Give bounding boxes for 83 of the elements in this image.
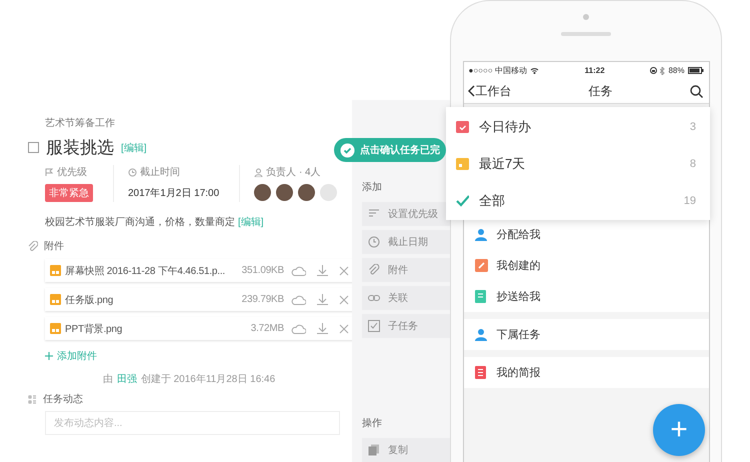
copy-icon xyxy=(368,444,380,456)
toast[interactable]: 点击确认任务已完 xyxy=(334,138,446,162)
bluetooth-icon xyxy=(660,66,666,74)
attachment-item[interactable]: 屏幕快照 2016-11-28 下午4.46.51.p... 351.09KB xyxy=(45,259,355,282)
list-item[interactable]: 下属任务 xyxy=(464,319,708,350)
image-file-icon xyxy=(50,323,61,334)
chevron-left-icon xyxy=(468,85,474,97)
close-icon[interactable] xyxy=(339,266,349,276)
cloud-icon[interactable] xyxy=(291,266,306,276)
camera-dot xyxy=(583,14,589,20)
assignees-icon xyxy=(254,168,264,176)
created-time: 创建于 2016年11月28日 16:46 xyxy=(140,372,276,386)
field-label: 优先级 xyxy=(57,166,87,179)
download-icon[interactable] xyxy=(317,265,328,276)
task-checkbox[interactable] xyxy=(28,142,39,153)
paperclip-icon xyxy=(368,264,380,276)
checkbox-icon xyxy=(368,320,380,332)
deadline-value: 2017年1月2日 17:00 xyxy=(128,187,220,200)
list-item[interactable]: 抄送给我 xyxy=(464,281,708,312)
close-icon[interactable] xyxy=(339,324,349,334)
plus-icon xyxy=(45,352,53,360)
creator-link[interactable]: 田强 xyxy=(116,372,137,386)
file-name: PPT背景.png xyxy=(65,322,124,336)
breadcrumb[interactable]: 艺术节筹备工作 xyxy=(45,116,340,130)
activity-icon xyxy=(28,394,37,404)
battery-percent: 88% xyxy=(668,66,684,75)
list-item[interactable]: 我的简报 xyxy=(464,357,708,388)
section-header: 添加 xyxy=(362,180,383,194)
file-name: 屏幕快照 2016-11-28 下午4.46.51.p... xyxy=(65,264,226,278)
section-header: 操作 xyxy=(362,417,383,430)
menu-label: 全部 xyxy=(479,192,506,210)
close-icon[interactable] xyxy=(339,294,349,304)
download-icon[interactable] xyxy=(317,294,328,305)
comment-input[interactable]: 发布动态内容... xyxy=(45,411,340,435)
list-item[interactable]: 我创建的 xyxy=(464,250,708,281)
carrier-label: ●○○○○ 中国移动 xyxy=(468,65,527,76)
item-count: 3 xyxy=(690,120,696,132)
paperclip-icon xyxy=(28,241,38,251)
search-icon[interactable] xyxy=(690,84,702,98)
created-by-label: 由 xyxy=(102,372,113,386)
file-size: 351.09KB xyxy=(242,265,284,276)
link-icon xyxy=(368,292,380,304)
list-item[interactable]: 分配给我 xyxy=(464,219,708,250)
attachment-item[interactable]: 任务版.png 239.79KB xyxy=(45,288,355,311)
cloud-icon[interactable] xyxy=(291,324,306,334)
file-name: 任务版.png xyxy=(65,294,114,306)
item-count: 19 xyxy=(684,194,696,206)
clock-time: 11:22 xyxy=(584,66,606,75)
attachment-item[interactable]: PPT背景.png 3.72MB xyxy=(45,317,355,340)
avatar[interactable] xyxy=(298,184,316,201)
wifi-icon xyxy=(530,67,539,74)
download-icon[interactable] xyxy=(317,323,328,334)
more-avatars-button[interactable] xyxy=(320,184,338,201)
clock-icon xyxy=(368,236,380,248)
menu-item[interactable]: 最近7天 8 xyxy=(446,145,710,182)
task-description: 校园艺术节服装厂商沟通，价格，数量商定 xyxy=(45,216,235,229)
battery-icon xyxy=(688,67,704,74)
edit-link[interactable]: [编辑] xyxy=(121,140,147,154)
lock-rotation-icon xyxy=(650,67,658,74)
menu-label: 最近7天 xyxy=(479,154,526,172)
image-file-icon xyxy=(50,265,61,276)
section-label: 附件 xyxy=(44,240,64,253)
back-button[interactable]: 工作台 xyxy=(468,82,512,100)
file-size: 239.79KB xyxy=(242,294,284,305)
priority-icon xyxy=(45,168,54,176)
section-label: 任务动态 xyxy=(43,392,83,406)
deadline-icon xyxy=(128,168,137,176)
menu-item[interactable]: 今日待办 3 xyxy=(446,108,710,145)
priority-badge: 非常紧急 xyxy=(45,184,93,202)
field-label: 负责人 · 4人 xyxy=(266,166,321,179)
check-circle-icon xyxy=(340,142,355,158)
avatar[interactable] xyxy=(254,184,272,201)
edit-link[interactable]: [编辑] xyxy=(238,215,264,229)
screen-title: 任务 xyxy=(588,82,614,100)
task-title: 服装挑选 xyxy=(46,137,114,159)
image-file-icon xyxy=(50,294,61,305)
file-size: 3.72MB xyxy=(250,323,284,334)
item-count: 8 xyxy=(690,158,696,170)
add-attachment-link[interactable]: 添加附件 xyxy=(45,349,340,363)
menu-label: 今日待办 xyxy=(479,118,532,136)
avatar[interactable] xyxy=(276,184,294,201)
field-label: 截止时间 xyxy=(140,166,180,179)
cloud-icon[interactable] xyxy=(291,294,306,304)
